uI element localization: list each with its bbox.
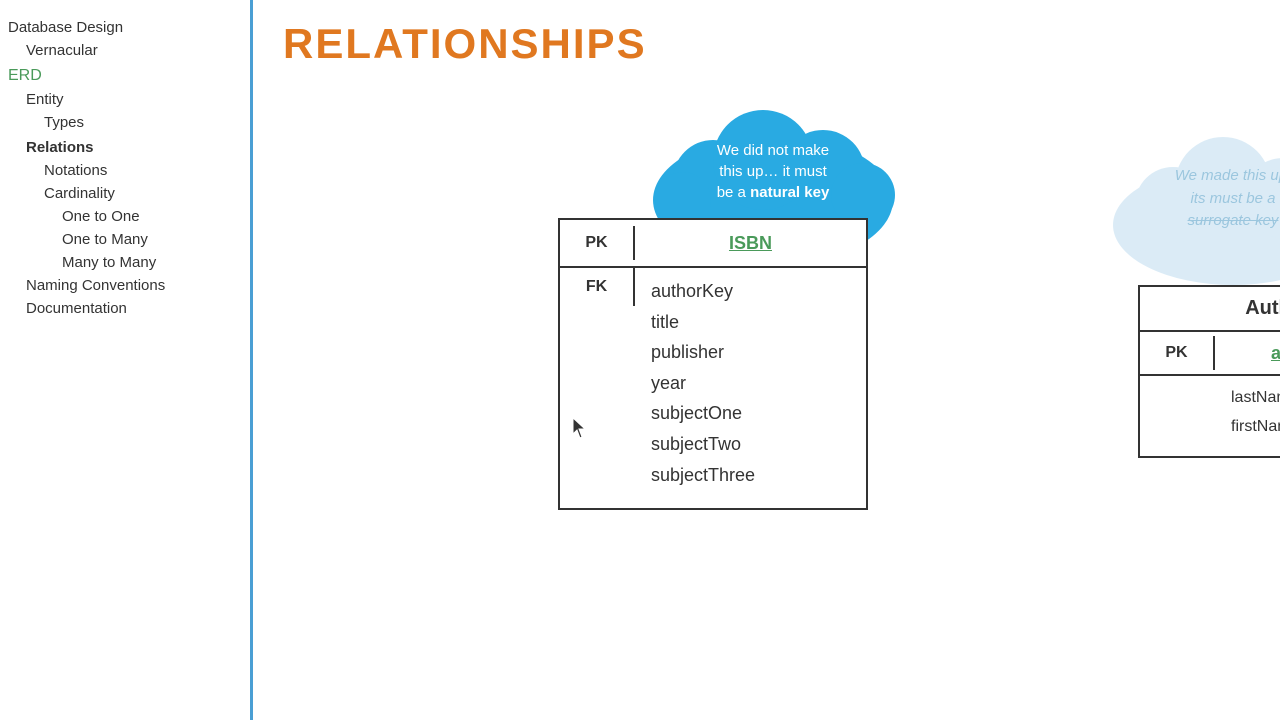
field-subjecttwo: subjectTwo [651, 429, 850, 460]
field-title: title [651, 307, 850, 338]
fk-label: FK [560, 268, 635, 306]
sidebar-item-types[interactable]: Types [8, 111, 250, 134]
sidebar-item-vernacular[interactable]: Vernacular [8, 39, 250, 62]
field-authorkey: authorKey [651, 276, 850, 307]
cloud-text-left: We did not make this up… it must be a na… [663, 130, 883, 213]
table-author-body: PK lastName firstName [1140, 376, 1280, 456]
table-author-fields: lastName firstName [1215, 376, 1280, 450]
pk-value-isbn: ISBN [635, 225, 866, 262]
cloud-bubble-right: We made this up, its must be a surrogate… [1093, 130, 1280, 290]
pk-label-left: PK [560, 226, 635, 260]
sidebar-item-relations[interactable]: Relations [8, 136, 250, 159]
sidebar: Database Design Vernacular ERD Entity Ty… [0, 0, 253, 720]
field-firstname: firstName [1231, 413, 1280, 442]
cloud-text-right: We made this up, its must be a surrogate… [1113, 155, 1280, 243]
table-author-title: Author [1140, 287, 1280, 332]
field-year: year [651, 368, 850, 399]
table-book-header: PK ISBN [560, 220, 866, 268]
table-book-fields: authorKey title publisher year subjectOn… [635, 268, 866, 498]
sidebar-item-erd[interactable]: ERD [8, 64, 250, 88]
sidebar-item-notations[interactable]: Notations [8, 159, 250, 182]
sidebar-item-naming-conventions[interactable]: Naming Conventions [8, 274, 250, 297]
table-author: Author PK authorKey PK lastName firstNam… [1138, 285, 1280, 458]
sidebar-item-one-to-one[interactable]: One to One [8, 205, 250, 228]
field-publisher: publisher [651, 337, 850, 368]
field-lastname: lastName [1231, 384, 1280, 413]
sidebar-item-cardinality[interactable]: Cardinality [8, 182, 250, 205]
sidebar-item-database-design[interactable]: Database Design [8, 16, 250, 39]
field-subjectone: subjectOne [651, 398, 850, 429]
field-subjectthree: subjectThree [651, 460, 850, 491]
sidebar-item-entity[interactable]: Entity [8, 88, 250, 111]
sidebar-item-documentation[interactable]: Documentation [8, 297, 250, 320]
page-title: RELATIONSHIPS [283, 20, 1250, 68]
sidebar-item-many-to-many[interactable]: Many to Many [8, 251, 250, 274]
pk-label-right: PK [1140, 336, 1215, 370]
table-author-header: PK authorKey [1140, 332, 1280, 376]
table-book-body: FK authorKey title publisher year subjec… [560, 268, 866, 508]
sidebar-item-one-to-many[interactable]: One to Many [8, 228, 250, 251]
pk-value-authorkey: authorKey [1215, 335, 1280, 372]
main-content: RELATIONSHIPS We did not make this up… i… [253, 0, 1280, 720]
table-book: PK ISBN FK authorKey title publisher yea… [558, 218, 868, 510]
